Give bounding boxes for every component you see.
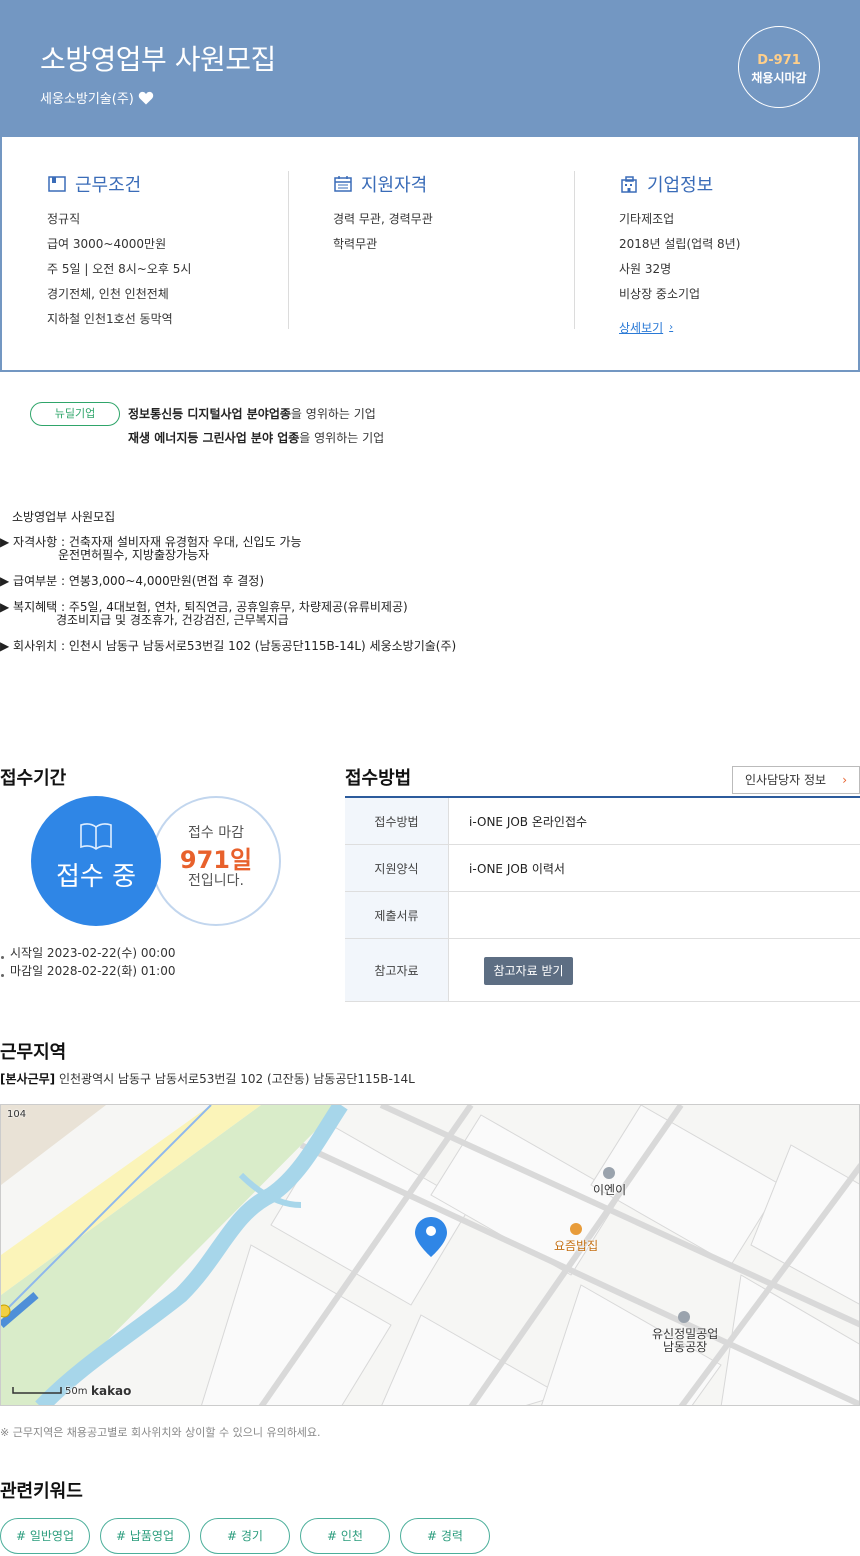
condition-line: 급여 3000~4000만원 [47, 237, 167, 251]
table-label: 제출서류 [345, 892, 449, 938]
location-map[interactable]: 104 이엔이 요즘밥집 유신정밀공업 남동공장 50m kakao [0, 1104, 860, 1406]
table-row: 제출서류 [345, 892, 860, 939]
deadline-circle: 접수 마감 971일 전입니다. [151, 796, 281, 926]
chevron-right-icon: › [669, 322, 674, 333]
map-canvas [1, 1105, 859, 1405]
building-icon [621, 176, 637, 193]
heart-icon[interactable] [138, 90, 154, 106]
end-date: 마감일 2028-02-22(화) 01:00 [0, 962, 175, 980]
table-row: 지원양식 i-ONE JOB 이력서 [345, 845, 860, 892]
keyword-tag[interactable]: # 경기 [200, 1518, 290, 1554]
chevron-right-icon: › [842, 773, 847, 787]
qualifications-column: 지원자격 경력 무관, 경력무관 학력무관 [333, 171, 573, 257]
period-dates: 시작일 2023-02-22(수) 00:00 마감일 2028-02-22(화… [0, 944, 175, 980]
newdeal-line: 정보통신등 디지털사업 분야업종을 영위하는 기업 [128, 407, 376, 421]
table-value: i-ONE JOB 온라인접수 [469, 814, 588, 829]
company-line: 2018년 설립(업력 8년) [619, 237, 741, 251]
table-label: 참고자료 [345, 939, 449, 1001]
table-value: i-ONE JOB 이력서 [469, 861, 565, 876]
condition-line: 지하철 인천1호선 동막역 [47, 312, 173, 326]
qualifications-title: 지원자격 [361, 175, 428, 196]
status-circle: 접수 중 [31, 796, 161, 926]
description-title: 소방영업부 사원모집 [12, 510, 116, 524]
close-type: 채용시마감 [751, 71, 807, 85]
table-label: 지원양식 [345, 845, 449, 891]
region-notice: ※ 근무지역은 채용공고별로 회사위치와 상이할 수 있으니 유의하세요. [0, 1426, 321, 1439]
table-row: 접수방법 i-ONE JOB 온라인접수 [345, 798, 860, 845]
company-link[interactable]: 세웅소방기술(주) [40, 88, 154, 107]
divider [574, 171, 575, 329]
region-title: 근무지역 [0, 1042, 67, 1063]
conditions-column: 근무조건 정규직 급여 3000~4000만원 주 5일 | 오전 8시~오후 … [47, 171, 287, 332]
keyword-tag[interactable]: # 인천 [300, 1518, 390, 1554]
qualification-line: 경력 무관, 경력무관 [333, 212, 433, 226]
status-label: 접수 중 [55, 862, 137, 892]
deadline-label: 접수 마감 [188, 825, 244, 841]
summary-panel: 근무조건 정규직 급여 3000~4000만원 주 5일 | 오전 8시~오후 … [0, 137, 860, 372]
reference-download-button[interactable]: 참고자료 받기 [484, 957, 573, 985]
map-scale: 50m [65, 1386, 88, 1397]
company-detail-label: 상세보기 [619, 321, 664, 335]
dday-count: D-971 [757, 53, 801, 68]
hr-contact-button[interactable]: 인사담당자 정보 › [732, 766, 860, 794]
condition-line: 정규직 [47, 212, 81, 226]
map-place[interactable]: 이엔이 [593, 1181, 626, 1198]
days-suffix: 전입니다. [188, 873, 244, 889]
company-detail-link[interactable]: 상세보기 › [619, 319, 673, 336]
briefcase-icon [48, 176, 66, 192]
divider [288, 171, 289, 329]
company-line: 비상장 중소기업 [619, 287, 701, 301]
keywords-title: 관련키워드 [0, 1481, 83, 1502]
period-title: 접수기간 [0, 768, 67, 789]
table-row: 참고자료 참고자료 받기 [345, 939, 860, 1002]
road-number: 104 [7, 1109, 27, 1120]
calendar-icon [334, 176, 352, 192]
company-column: 기업정보 기타제조업 2018년 설립(업력 8년) 사원 32명 비상장 중소… [619, 171, 859, 336]
job-header: 소방영업부 사원모집 세웅소방기술(주) D-971 채용시마감 [0, 0, 860, 137]
map-place[interactable]: 남동공장 [663, 1338, 707, 1355]
method-table: 접수방법 i-ONE JOB 온라인접수 지원양식 i-ONE JOB 이력서 … [345, 796, 860, 1002]
company-name: 세웅소방기술(주) [40, 92, 134, 107]
start-date: 시작일 2023-02-22(수) 00:00 [0, 944, 175, 962]
work-address: [본사근무] 인천광역시 남동구 남동서로53번길 102 (고잔동) 남동공단… [0, 1072, 415, 1086]
map-place[interactable]: 요즘밥집 [554, 1237, 598, 1254]
qualification-line: 학력무관 [333, 237, 378, 251]
company-info-title: 기업정보 [647, 175, 714, 196]
description-item: ▶ 급여부분 : 연봉3,000~4,000만원(면접 후 결정) [0, 574, 264, 588]
description-item-cont: 경조비지급 및 경조휴가, 건강검진, 근무복지급 [56, 613, 289, 627]
dday-badge: D-971 채용시마감 [738, 26, 820, 108]
keyword-tag[interactable]: # 일반영업 [0, 1518, 90, 1554]
book-icon [80, 823, 112, 850]
newdeal-line: 재생 에너지등 그린사업 분야 업종을 영위하는 기업 [128, 431, 385, 445]
newdeal-badge: 뉴딜기업 [30, 402, 120, 426]
job-title: 소방영업부 사원모집 [40, 43, 276, 76]
method-title: 접수방법 [345, 768, 412, 789]
keyword-tag[interactable]: # 경력 [400, 1518, 490, 1554]
condition-line: 주 5일 | 오전 8시~오후 5시 [47, 262, 192, 276]
keyword-tag[interactable]: # 납품영업 [100, 1518, 190, 1554]
company-line: 사원 32명 [619, 262, 672, 276]
description-item: ▶ 회사위치 : 인천시 남동구 남동서로53번길 102 (남동공단115B-… [0, 639, 457, 653]
condition-line: 경기전체, 인천 인천전체 [47, 287, 169, 301]
map-provider-logo: kakao [91, 1384, 132, 1398]
company-line: 기타제조업 [619, 212, 675, 226]
table-label: 접수방법 [345, 798, 449, 844]
description-item-cont: 운전면허필수, 지방출장가능자 [58, 548, 210, 562]
hr-contact-label: 인사담당자 정보 [745, 773, 827, 787]
conditions-title: 근무조건 [75, 175, 142, 196]
